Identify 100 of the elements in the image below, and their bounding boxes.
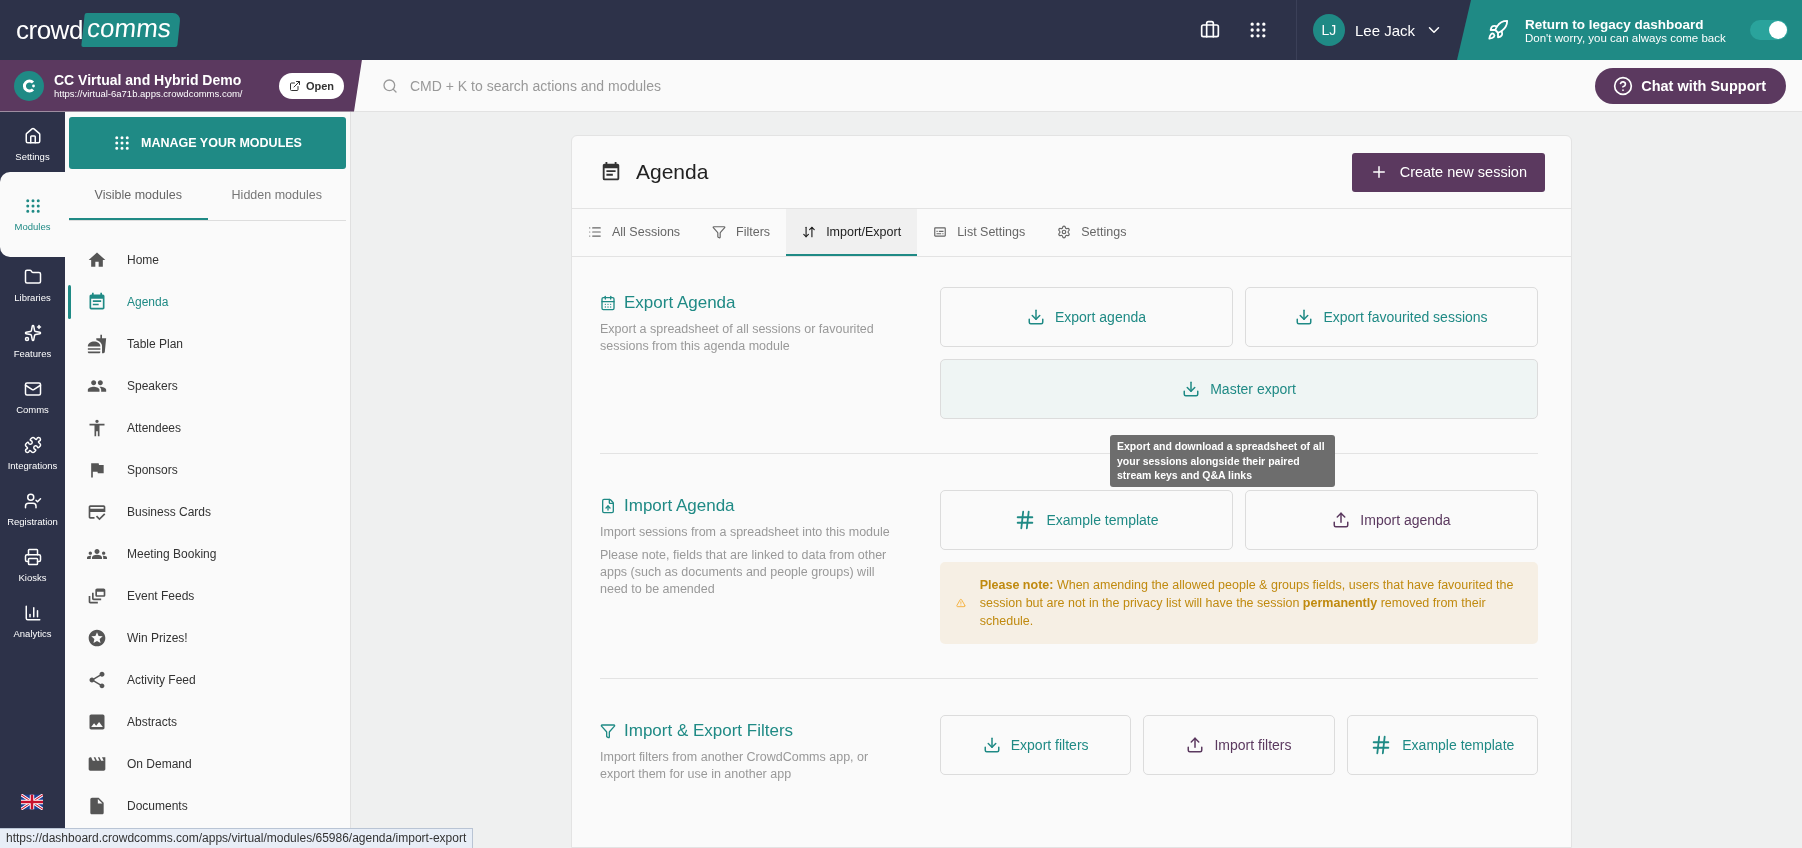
mail-icon (23, 379, 42, 398)
page-tab[interactable]: List Settings (917, 209, 1042, 256)
settings-icon (1057, 224, 1072, 239)
list-icon (588, 224, 602, 239)
open-button[interactable]: Open (278, 72, 344, 99)
rail-item[interactable]: Registration (0, 481, 65, 537)
section-description: Please note, fields that are linked to data from other apps (such as documents and people groups) will need to be amended (600, 546, 888, 598)
module-item[interactable]: Sponsors (69, 449, 346, 491)
module-item[interactable]: Documents (69, 785, 346, 827)
module-item[interactable]: On Demand (69, 743, 346, 785)
card-icon (87, 502, 107, 522)
banner-title: Return to legacy dashboard (1525, 16, 1705, 32)
external-link-icon (288, 79, 301, 92)
app-logo-icon (14, 70, 44, 101)
sparkle-icon (23, 323, 42, 342)
film-icon (87, 754, 107, 774)
module-item[interactable]: Abstracts (69, 701, 346, 743)
module-item[interactable]: Meeting Booking (69, 533, 346, 575)
folder-icon (23, 267, 42, 286)
create-session-button[interactable]: Create new session (1351, 152, 1545, 192)
page-tab[interactable]: Filters (696, 209, 787, 256)
module-tab[interactable]: Visible modules (69, 171, 208, 220)
house-icon (23, 126, 42, 145)
calendar-icon (87, 292, 107, 312)
share-icon (87, 670, 107, 690)
module-item[interactable]: Speakers (69, 365, 346, 407)
section-title: Import & Export Filters (624, 721, 794, 742)
person-icon (87, 418, 107, 438)
rail-item[interactable]: Libraries (0, 257, 65, 313)
section-description: Import filters from another CrowdComms app, or export them for use in another app (600, 749, 870, 784)
import-button[interactable]: Import agenda (1245, 490, 1538, 550)
search-field[interactable]: CMD + K to search actions and modules (362, 59, 1596, 112)
rail-item[interactable]: Integrations (0, 425, 65, 481)
banner-subtitle: Don't worry, you can always come back (1525, 31, 1727, 44)
module-item[interactable]: Table Plan (69, 323, 346, 365)
grid-icon (23, 197, 42, 215)
puzzle-icon (23, 435, 42, 454)
app-name: CC Virtual and Hybrid Demo (54, 72, 243, 88)
arrows-icon (802, 224, 817, 239)
panel-icon (933, 224, 948, 239)
export-button[interactable]: Export agenda (940, 287, 1233, 347)
uk-flag-icon[interactable] (21, 794, 43, 810)
logo-bubble: comms (81, 13, 181, 47)
home-icon (87, 250, 107, 270)
rail-item[interactable]: Comms (0, 369, 65, 425)
module-item[interactable]: Win Prizes! (69, 617, 346, 659)
stack-icon (87, 586, 107, 606)
module-item[interactable]: Attendees (69, 407, 346, 449)
briefcase-icon[interactable] (1199, 20, 1220, 40)
printer-icon (23, 547, 42, 566)
module-item[interactable]: Business Cards (69, 491, 346, 533)
star-icon (87, 628, 107, 648)
module-tab[interactable]: Hidden modules (207, 171, 346, 220)
page-tab[interactable]: Settings (1041, 209, 1143, 256)
file-upload-icon (600, 498, 616, 514)
manage-modules-button[interactable]: MANAGE YOUR MODULES (69, 117, 346, 169)
tooltip: Export and download a spreadsheet of all your sessions alongside their paired stream keys and Q&A links (1110, 435, 1335, 488)
module-item[interactable]: Event Feeds (69, 575, 346, 617)
calendar-icon (600, 295, 616, 311)
user-name[interactable]: Lee Jack (1354, 21, 1415, 39)
section-title: Import Agenda (624, 496, 735, 516)
legacy-toggle[interactable] (1750, 20, 1788, 40)
download-icon (1026, 308, 1045, 326)
chat-support-button[interactable]: Chat with Support (1595, 67, 1786, 104)
section-description: Export a spreadsheet of all sessions or favourited sessions from this agenda module (600, 321, 875, 355)
template-button[interactable]: Example template (1346, 715, 1538, 776)
rail-item[interactable]: Modules (0, 172, 65, 257)
download-icon (1182, 380, 1201, 398)
template-button[interactable]: Example template (940, 490, 1233, 550)
rocket-icon (1487, 19, 1509, 41)
help-icon (1613, 75, 1634, 96)
filter-icon (712, 224, 727, 239)
rail-item[interactable]: Settings (0, 116, 65, 172)
export-button[interactable]: Export favourited sessions (1245, 287, 1538, 347)
search-input[interactable]: CMD + K to search actions and modules (408, 76, 808, 95)
status-url: https://dashboard.crowdcomms.com/apps/virtual/modules/65986/agenda/import-export (0, 828, 474, 848)
filter-icon (600, 723, 616, 740)
page-tab[interactable]: All Sessions (572, 209, 697, 256)
agenda-icon (600, 161, 622, 183)
section-description: Import sessions from a spreadsheet into this module (600, 524, 891, 541)
chart-icon (23, 603, 42, 622)
page-tab[interactable]: Import/Export (786, 209, 918, 256)
download-icon (982, 736, 1001, 755)
user-avatar[interactable]: LJ (1312, 14, 1345, 46)
document-icon (87, 796, 107, 816)
rail-item[interactable]: Kiosks (0, 537, 65, 593)
module-item[interactable]: Agenda (69, 281, 346, 323)
rail-item[interactable]: Analytics (0, 593, 65, 649)
image-icon (87, 712, 107, 732)
page-title: Agenda (636, 160, 710, 184)
module-item[interactable]: Activity Feed (69, 659, 346, 701)
logo-text: crowd (16, 14, 83, 46)
app-url: https://virtual-6a71b.apps.crowdcomms.com/ (54, 88, 244, 99)
download-icon (1295, 308, 1314, 326)
grid-icon (113, 134, 132, 152)
import-button[interactable]: Import filters (1143, 715, 1335, 776)
export-button[interactable]: Export filters (940, 715, 1132, 776)
rail-item[interactable]: Features (0, 313, 65, 369)
search-icon (382, 77, 398, 94)
module-item[interactable]: Home (69, 239, 346, 281)
